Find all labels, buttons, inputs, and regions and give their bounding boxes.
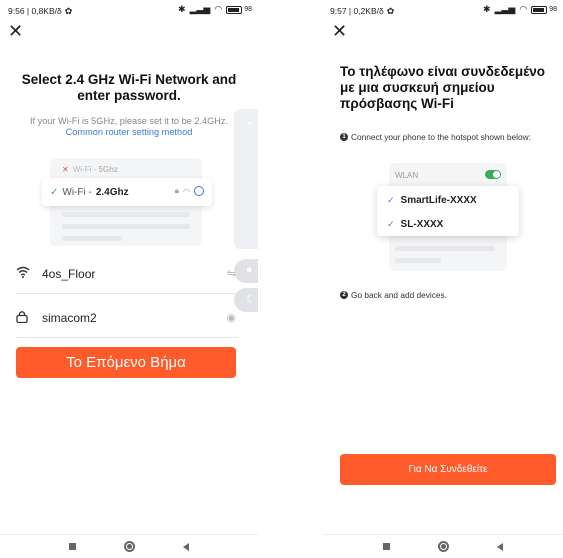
gear-icon: ✿ (64, 5, 73, 16)
password-value: simacom2 (42, 310, 97, 325)
connect-button[interactable]: Για Να Συνδεθείτε (340, 454, 556, 485)
hotspot-popup: ✓ SmartLife-XXXX ✓ SL-XXXX (377, 186, 519, 236)
hotspot-item: ✓ SL-XXXX (387, 219, 444, 230)
swap-icon[interactable]: ⇋ (227, 267, 236, 280)
battery-icon (531, 5, 548, 14)
recents-icon[interactable] (69, 543, 76, 550)
skeleton-line (62, 224, 190, 229)
illustration-24ghz-row: ✓ Wi-Fi - 2.4Ghz 🔒︎ ◠ (42, 178, 212, 206)
wlan-toggle-icon (485, 170, 501, 179)
home-icon[interactable] (437, 541, 449, 552)
status-bar: 9:57 | 0,2KB/δ ✿ ✱ ▂▃▅ ◠ 98 (330, 4, 557, 18)
wifi-name-value: 4os_Floor (42, 266, 96, 281)
wifi-status-icon: ◠ (214, 4, 223, 14)
check-icon: ✓ (387, 195, 395, 205)
status-bar: 9:56 | 0,8KB/δ ✿ ✱ ▂▃▅ ◠ 98 (8, 4, 252, 18)
check-icon: ✓ (387, 219, 395, 229)
nav-bar (322, 534, 563, 558)
battery-icon (226, 5, 243, 14)
skeleton-line (62, 236, 122, 241)
skeleton-line (62, 212, 190, 217)
step-number: 2 (340, 291, 348, 299)
wlan-label: WLAN (395, 171, 419, 180)
gear-icon: ✿ (386, 5, 395, 16)
band-hint: If your Wi-Fi is 5GHz, please set it to … (29, 116, 229, 126)
battery-level: 98 (549, 6, 557, 13)
back-icon[interactable] (183, 542, 189, 551)
info-icon (194, 186, 204, 196)
check-icon: ✓ (50, 186, 59, 198)
lock-small-icon: 🔒︎ (174, 186, 180, 195)
close-icon[interactable]: ✕ (8, 22, 23, 40)
status-time: 9:56 | 0,8KB/δ (8, 6, 62, 16)
wifi-setup-screen: 9:56 | 0,8KB/δ ✿ ✱ ▂▃▅ ◠ 98 ✕ Select 2.4… (0, 0, 258, 558)
eye-icon[interactable]: ◉ (226, 311, 236, 324)
bell-icon: ● (246, 264, 253, 276)
next-step-button[interactable]: Το Επόμενο Βήμα (16, 347, 236, 378)
battery-level: 98 (244, 6, 252, 13)
recents-icon[interactable] (382, 543, 390, 550)
back-icon[interactable] (496, 542, 503, 551)
moon-icon: ☾ (246, 294, 256, 306)
step-number: 1 (340, 133, 348, 141)
page-title: Το τηλέφωνο είναι συνδεδεμένο με μια συσ… (340, 64, 546, 111)
wifi-name-field[interactable]: 4os_Floor ⇋ (16, 254, 238, 294)
hotspot-connect-screen: 9:57 | 0,2KB/δ ✿ ✱ ▂▃▅ ◠ 98 ✕ Το τηλέφων… (322, 0, 563, 558)
home-icon[interactable] (124, 541, 135, 552)
step-two-text: Go back and add devices. (351, 290, 447, 300)
dots-icon: •• (247, 119, 253, 128)
bluetooth-icon: ✱ (178, 4, 186, 14)
lock-icon (16, 310, 34, 326)
close-icon[interactable]: ✕ (332, 22, 347, 40)
step-two: 2 Go back and add devices. (340, 290, 557, 300)
nav-bar (0, 534, 258, 558)
phone-illustration: •• (234, 109, 258, 249)
password-field[interactable]: simacom2 ◉ (16, 298, 238, 338)
signal-icon: ▂▃▅ (189, 4, 211, 14)
step-one: 1 Connect your phone to the hotspot show… (340, 132, 557, 142)
bluetooth-icon: ✱ (483, 4, 491, 14)
hotspot-item: ✓ SmartLife-XXXX (387, 195, 477, 206)
step-one-text: Connect your phone to the hotspot shown … (351, 132, 531, 142)
router-setting-link[interactable]: Common router setting method (14, 127, 244, 137)
wifi-status-icon: ◠ (519, 4, 528, 14)
wifi-icon (16, 266, 34, 281)
skeleton-line (395, 258, 441, 263)
illustration-5ghz-row: ✕ Wi-Fi - 5Ghz (62, 165, 119, 174)
cross-icon: ✕ (62, 165, 69, 174)
signal-icon: ▂▃▅ (494, 4, 516, 14)
skeleton-line (395, 246, 495, 251)
wifi-small-icon: ◠ (183, 186, 190, 196)
page-title: Select 2.4 GHz Wi-Fi Network and enter p… (21, 72, 237, 103)
status-time: 9:57 | 0,2KB/δ (330, 6, 384, 16)
